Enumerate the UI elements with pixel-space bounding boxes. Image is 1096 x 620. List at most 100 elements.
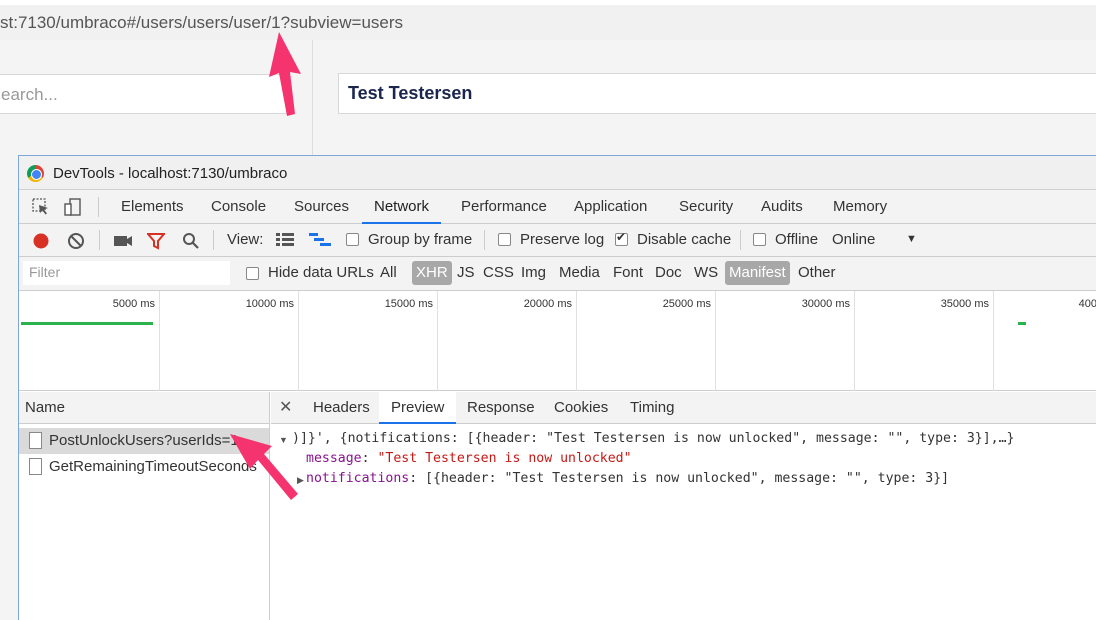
tab-cookies[interactable]: Cookies: [542, 392, 620, 424]
throttling-select[interactable]: Online: [832, 231, 875, 248]
preview-message-row: message: "Test Testersen is now unlocked…: [306, 451, 632, 466]
view-label: View:: [227, 231, 264, 248]
record-icon[interactable]: [32, 232, 50, 250]
separator: [213, 230, 214, 250]
inspect-element-icon[interactable]: [32, 198, 50, 216]
umbraco-sidebar: earch...: [0, 40, 313, 160]
preserve-log-label: Preserve log: [520, 231, 605, 248]
chrome-logo-icon: [27, 165, 44, 182]
tab-console[interactable]: Console: [199, 190, 278, 224]
large-rows-icon[interactable]: [276, 233, 294, 247]
tab-sources[interactable]: Sources: [282, 190, 361, 224]
timeline-request-bar: [1018, 322, 1026, 325]
filter-type-xhr[interactable]: XHR: [412, 261, 452, 285]
timeline-gridline: [298, 291, 299, 391]
filter-type-img[interactable]: Img: [517, 261, 550, 285]
collapse-triangle-icon[interactable]: ▼: [279, 435, 288, 445]
devtools-tabbar: Elements Console Sources Network Perform…: [19, 190, 1096, 224]
name-column-header[interactable]: Name: [19, 392, 269, 424]
timeline-tick-label: 35000 ms: [940, 298, 989, 310]
message-value: "Test Testersen is now unlocked": [377, 451, 632, 466]
request-name: PostUnlockUsers?userIds=1: [49, 432, 239, 449]
detail-tabbar: ✕ Headers Preview Response Cookies Timin…: [271, 392, 1096, 424]
filter-type-other[interactable]: Other: [794, 261, 840, 285]
message-key: message: [306, 451, 362, 466]
separator: [740, 230, 741, 250]
preview-root-line[interactable]: )]}', {notifications: [{header: "Test Te…: [292, 431, 1015, 446]
timeline-gridline: [993, 291, 994, 391]
timeline-gridline: [159, 291, 160, 391]
disable-cache-checkbox[interactable]: [615, 230, 628, 246]
user-name-value: Test Testersen: [348, 83, 473, 103]
user-name-field[interactable]: Test Testersen: [338, 73, 1096, 114]
network-overview-timeline[interactable]: 5000 ms 10000 ms 15000 ms 20000 ms 25000…: [19, 291, 1096, 391]
clear-icon[interactable]: [67, 232, 85, 250]
url-text[interactable]: st:7130/umbraco#/users/users/user/1?subv…: [0, 13, 403, 33]
tab-timing[interactable]: Timing: [618, 392, 686, 424]
address-bar[interactable]: st:7130/umbraco#/users/users/user/1?subv…: [0, 5, 1096, 40]
separator: [484, 230, 485, 250]
separator: [98, 197, 99, 217]
tab-performance[interactable]: Performance: [449, 190, 559, 224]
screenshot-camera-icon[interactable]: [113, 232, 133, 250]
network-toolbar: View: Group by frame Preserve log Disabl…: [19, 224, 1096, 257]
close-icon[interactable]: ✕: [279, 397, 292, 417]
filter-type-all[interactable]: All: [376, 261, 401, 285]
timeline-tick-label: 20000 ms: [523, 298, 572, 310]
waterfall-icon[interactable]: [309, 233, 331, 247]
preview-notifications-row[interactable]: notifications: [{header: "Test Testersen…: [306, 471, 949, 486]
hide-data-urls-label: Hide data URLs: [268, 264, 374, 281]
timeline-tick-label: 5000 ms: [112, 298, 155, 310]
group-by-frame-checkbox[interactable]: [346, 233, 359, 246]
tab-application[interactable]: Application: [562, 190, 659, 224]
request-detail-pane: ✕ Headers Preview Response Cookies Timin…: [271, 392, 1096, 620]
device-toolbar-icon[interactable]: [64, 198, 82, 216]
devtools-title: DevTools - localhost:7130/umbraco: [53, 165, 288, 182]
timeline-gridline: [437, 291, 438, 391]
filter-type-media[interactable]: Media: [555, 261, 604, 285]
filter-type-font[interactable]: Font: [609, 261, 647, 285]
tab-security[interactable]: Security: [667, 190, 745, 224]
request-row[interactable]: GetRemainingTimeoutSeconds: [19, 454, 269, 480]
timeline-gridline: [576, 291, 577, 391]
filter-type-js[interactable]: JS: [453, 261, 479, 285]
group-by-frame-label: Group by frame: [368, 231, 473, 248]
chevron-down-icon[interactable]: ▼: [906, 233, 917, 245]
devtools-window: DevTools - localhost:7130/umbraco Elemen…: [18, 155, 1096, 620]
filter-icon[interactable]: [147, 232, 165, 250]
tab-memory[interactable]: Memory: [821, 190, 899, 224]
search-icon[interactable]: [182, 232, 200, 250]
preserve-log-checkbox[interactable]: [498, 233, 511, 246]
hide-data-urls-checkbox[interactable]: [246, 267, 259, 280]
filter-type-manifest[interactable]: Manifest: [725, 261, 790, 285]
timeline-tick-label: 400: [1078, 298, 1096, 310]
tab-audits[interactable]: Audits: [749, 190, 815, 224]
notifications-value: [{header: "Test Testersen is now unlocke…: [425, 471, 950, 486]
expand-triangle-icon[interactable]: ▶: [297, 475, 304, 486]
filter-type-doc[interactable]: Doc: [651, 261, 686, 285]
tab-headers[interactable]: Headers: [301, 392, 382, 424]
disable-cache-label: Disable cache: [637, 231, 732, 248]
tab-response[interactable]: Response: [455, 392, 547, 424]
search-input[interactable]: earch...: [0, 74, 288, 114]
timeline-tick-label: 25000 ms: [662, 298, 711, 310]
filter-type-ws[interactable]: WS: [690, 261, 722, 285]
request-row[interactable]: PostUnlockUsers?userIds=1: [19, 428, 269, 454]
tab-network[interactable]: Network: [362, 190, 442, 224]
timeline-request-bar: [21, 322, 153, 325]
timeline-tick-label: 10000 ms: [245, 298, 294, 310]
request-list: Name PostUnlockUsers?userIds=1 GetRemain…: [19, 392, 270, 620]
timeline-gridline: [715, 291, 716, 391]
filter-input[interactable]: Filter: [23, 261, 230, 285]
tab-elements[interactable]: Elements: [109, 190, 196, 224]
timeline-tick-label: 30000 ms: [801, 298, 850, 310]
filter-placeholder: Filter: [29, 264, 61, 280]
separator: [99, 230, 100, 250]
timeline-tick-label: 15000 ms: [384, 298, 433, 310]
filter-type-css[interactable]: CSS: [479, 261, 518, 285]
filter-bar: Filter Hide data URLs All XHR JS CSS Img…: [19, 257, 1096, 291]
devtools-titlebar: DevTools - localhost:7130/umbraco: [19, 156, 1096, 190]
offline-checkbox[interactable]: [753, 233, 766, 246]
file-icon: [29, 432, 42, 449]
tab-preview[interactable]: Preview: [379, 392, 457, 424]
